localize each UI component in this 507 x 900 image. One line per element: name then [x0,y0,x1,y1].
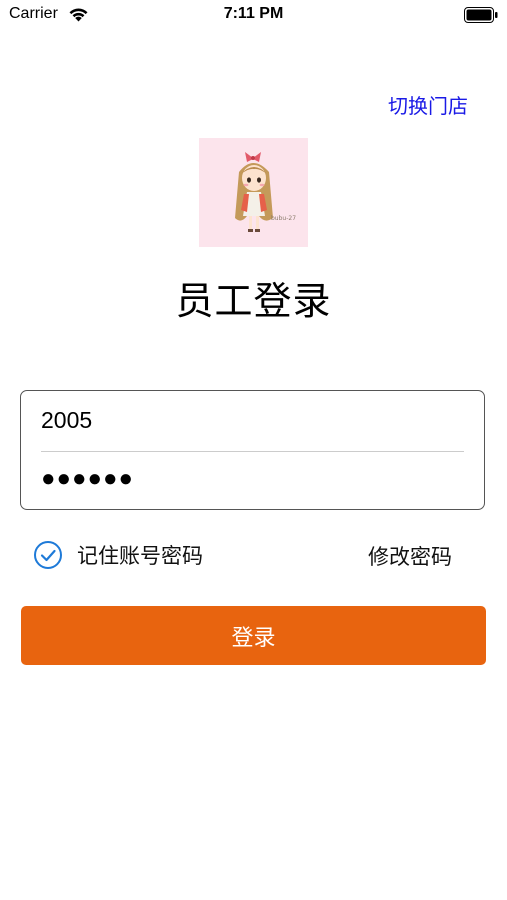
switch-store-link[interactable]: 切换门店 [388,90,468,119]
login-button[interactable]: 登录 [21,606,486,665]
remember-password-label: 记住账号密码 [77,544,203,568]
field-divider [41,451,464,452]
svg-text:bubu-27: bubu-27 [271,215,296,222]
battery-icon [464,7,498,23]
remember-password-toggle[interactable]: 记住账号密码 [33,540,203,570]
avatar: bubu-27 [199,138,308,247]
page-title: 员工登录 [175,279,332,323]
password-field[interactable]: ●●●●●● [41,465,134,493]
account-field[interactable]: 2005 [41,407,92,434]
change-password-link[interactable]: 修改密码 [368,541,452,571]
check-circle-icon[interactable] [33,540,63,570]
status-bar: Carrier 7:11 PM [0,0,507,30]
login-screen: Carrier 7:11 PM 切换门店 bubu-27 员工登录 2005 ●… [0,0,507,900]
status-time: 7:11 PM [223,5,284,22]
login-form-card: 2005 ●●●●●● [20,390,485,510]
cartoon-girl-avatar-icon: bubu-27 [199,138,308,247]
